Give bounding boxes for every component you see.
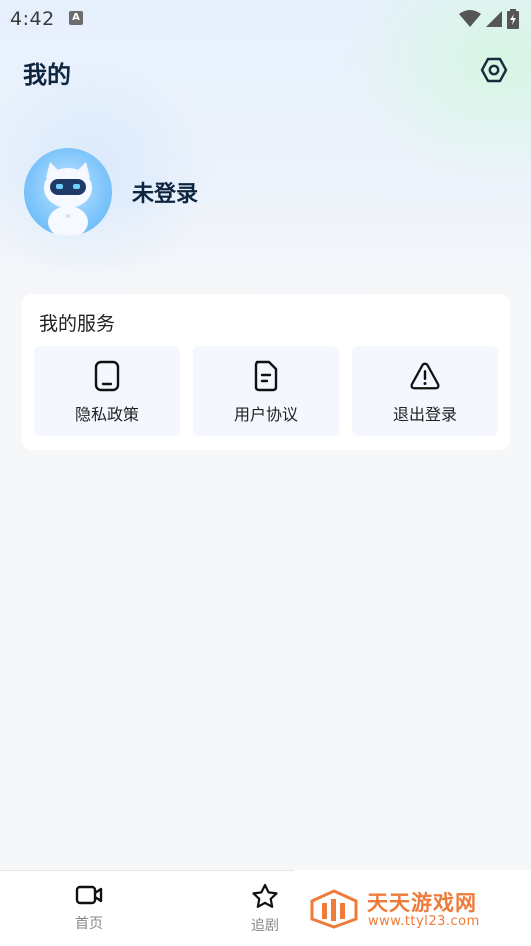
notification-icon: A [69, 11, 83, 25]
status-time: 4:42 [10, 8, 55, 30]
logout-label: 退出登录 [392, 405, 457, 424]
user-agreement-button[interactable]: 用户协议 [193, 346, 339, 436]
avatar[interactable] [24, 148, 112, 236]
user-agreement-label: 用户协议 [233, 405, 298, 424]
warning-icon [409, 360, 441, 392]
privacy-policy-button[interactable]: 隐私政策 [34, 346, 180, 436]
robot-avatar-icon [44, 162, 92, 236]
signal-icon [486, 11, 502, 27]
nav-item-home[interactable]: 首页 [54, 883, 124, 933]
document-icon [250, 360, 282, 392]
phone-icon [91, 360, 123, 392]
my-services-card: 我的服务 隐私政策 用户协议 退出登录 [22, 294, 510, 450]
settings-icon [480, 57, 508, 83]
logout-button[interactable]: 退出登录 [352, 346, 498, 436]
watermark-title: 天天游戏网 [367, 891, 477, 915]
wifi-icon [459, 10, 481, 27]
nav-label-follow: 追剧 [251, 918, 279, 934]
watermark-url: www.ttyl23.com [368, 914, 480, 929]
status-icons [459, 9, 519, 29]
star-icon [252, 883, 278, 908]
watermark: 天天游戏网 www.ttyl23.com [294, 870, 531, 945]
nav-item-follow[interactable]: 追剧 [230, 883, 300, 935]
services-title: 我的服务 [39, 313, 116, 335]
watermark-logo-icon [310, 889, 358, 929]
privacy-policy-label: 隐私政策 [74, 405, 139, 424]
settings-button[interactable] [478, 54, 510, 86]
status-bar: 4:42 A [0, 0, 531, 36]
login-status[interactable]: 未登录 [132, 176, 198, 208]
nav-label-home: 首页 [75, 916, 103, 932]
battery-icon [507, 9, 519, 29]
video-icon [75, 885, 103, 905]
page-title: 我的 [23, 61, 71, 89]
